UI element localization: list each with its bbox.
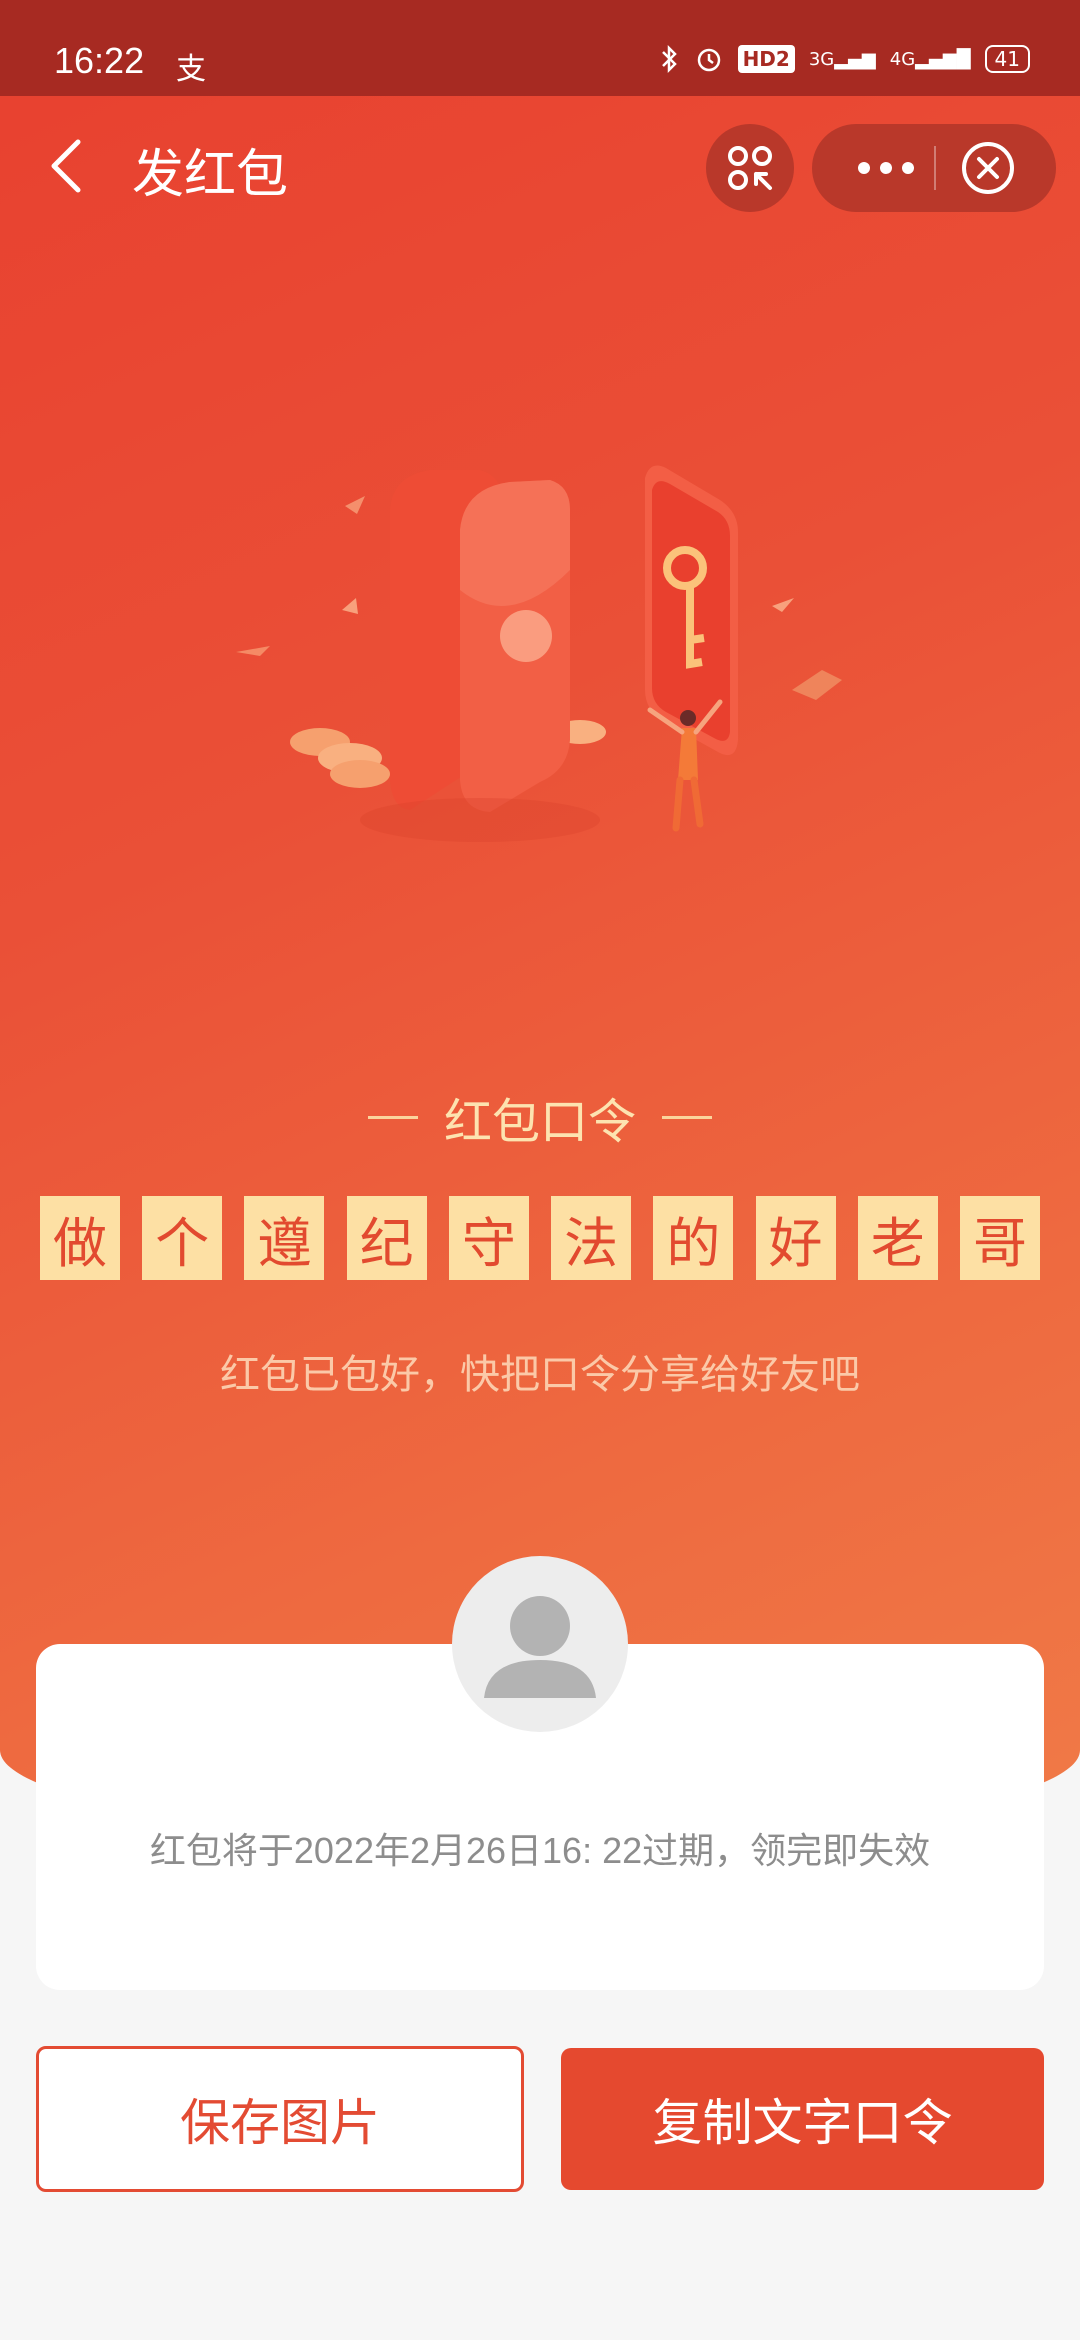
password-char: 做 — [40, 1196, 120, 1280]
battery-level: 41 — [984, 45, 1030, 73]
password-characters: 做 个 遵 纪 守 法 的 好 老 哥 — [40, 1196, 1040, 1280]
password-char: 守 — [448, 1196, 529, 1280]
back-icon[interactable] — [44, 136, 88, 196]
signal-4g: 4G▂▄▆█ — [889, 48, 971, 70]
capsule-divider — [934, 146, 936, 190]
password-char: 法 — [551, 1196, 632, 1280]
password-char: 的 — [653, 1196, 734, 1280]
scan-button[interactable] — [706, 124, 794, 212]
password-char: 好 — [755, 1196, 836, 1280]
password-char: 个 — [142, 1196, 223, 1280]
password-char: 哥 — [959, 1196, 1040, 1280]
password-char: 纪 — [346, 1196, 427, 1280]
avatar — [452, 1556, 628, 1732]
more-button[interactable] — [836, 124, 936, 212]
alipay-notification-icon: 支 — [176, 52, 206, 87]
close-icon[interactable] — [960, 140, 1016, 196]
password-char: 老 — [857, 1196, 938, 1280]
status-time: 16:22 — [54, 40, 145, 81]
heading-line-right — [662, 1115, 712, 1119]
status-indicators: HD2 3G▂▄▆ 4G▂▄▆█ 41 — [660, 44, 1030, 74]
signal-3g: 3G▂▄▆ — [808, 48, 876, 70]
password-heading: 红包口令 — [0, 1082, 1080, 1152]
signal-3g-label: 3G — [808, 48, 835, 70]
alarm-icon — [697, 48, 720, 72]
mini-program-capsule — [812, 124, 1056, 212]
hd-badge: HD2 — [737, 45, 795, 73]
more-icon — [858, 162, 914, 174]
status-bar: 16:22 支 HD2 3G▂▄▆ 4G▂▄▆█ 41 — [0, 0, 1080, 96]
expire-notice: 红包将于2022年2月26日16: 22过期，领完即失效 — [149, 1830, 931, 1871]
scan-icon — [728, 146, 772, 190]
save-image-button[interactable]: 保存图片 — [36, 2046, 524, 2192]
password-char: 遵 — [244, 1196, 325, 1280]
heading-line-left — [367, 1115, 418, 1119]
red-envelope-illustration — [236, 465, 842, 842]
page-title: 发红包 — [132, 146, 289, 204]
password-heading-text: 红包口令 — [443, 1096, 636, 1149]
navigation-bar: 发红包 — [0, 96, 1080, 236]
signal-4g-label: 4G — [889, 48, 916, 70]
copy-password-button[interactable]: 复制文字口令 — [561, 2048, 1044, 2190]
share-hint-text: 红包已包好，快把口令分享给好友吧 — [220, 1353, 860, 1397]
avatar-placeholder-icon — [484, 1596, 596, 1698]
bluetooth-icon — [661, 44, 677, 74]
